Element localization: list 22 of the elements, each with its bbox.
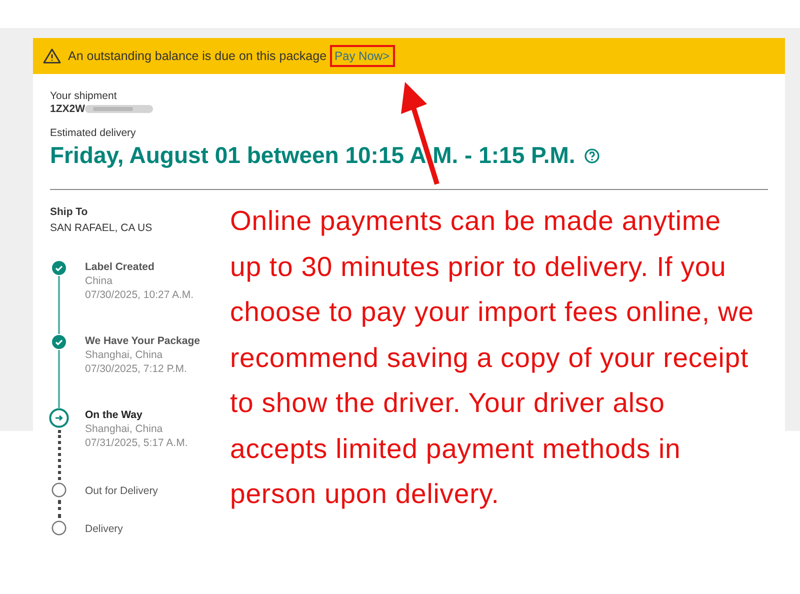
estimated-delivery-label: Estimated delivery — [50, 127, 136, 139]
step-title: Delivery — [85, 522, 123, 536]
step-title: We Have Your Package — [85, 334, 200, 348]
shipment-label: Your shipment — [50, 90, 117, 102]
step-location: Shanghai, China — [85, 422, 164, 436]
ship-to-label: Ship To — [50, 206, 88, 218]
step-title: Label Created — [85, 260, 156, 274]
step-title: On the Way — [85, 408, 144, 422]
step-time: 07/30/2025, 10:27 A.M. — [85, 288, 194, 302]
alert-message: An outstanding balance is due on this package — [68, 49, 327, 63]
warning-icon — [43, 48, 61, 64]
pay-now-link[interactable]: Pay Now> — [330, 45, 395, 67]
step-title: Out for Delivery — [85, 484, 158, 498]
step-time: 07/30/2025, 7:12 P.M. — [85, 362, 188, 376]
tracking-number: 1ZX2W — [50, 103, 86, 115]
step-time: 07/31/2025, 5:17 A.M. — [85, 436, 188, 450]
step-location: China — [85, 274, 114, 288]
ship-to-address: SAN RAFAEL, CA US — [50, 222, 152, 234]
help-icon[interactable] — [584, 148, 600, 164]
step-location: Shanghai, China — [85, 348, 164, 362]
blurred-number-drawing — [85, 104, 154, 114]
annotation-text: Online payments can be made anytime up to 30 minutes prior to delivery. If you choose to pay your import fees online, we recommend saving a copy of your receipt to show the driver. Your driver also accepts limited payment methods in person upon delivery. — [230, 204, 755, 511]
